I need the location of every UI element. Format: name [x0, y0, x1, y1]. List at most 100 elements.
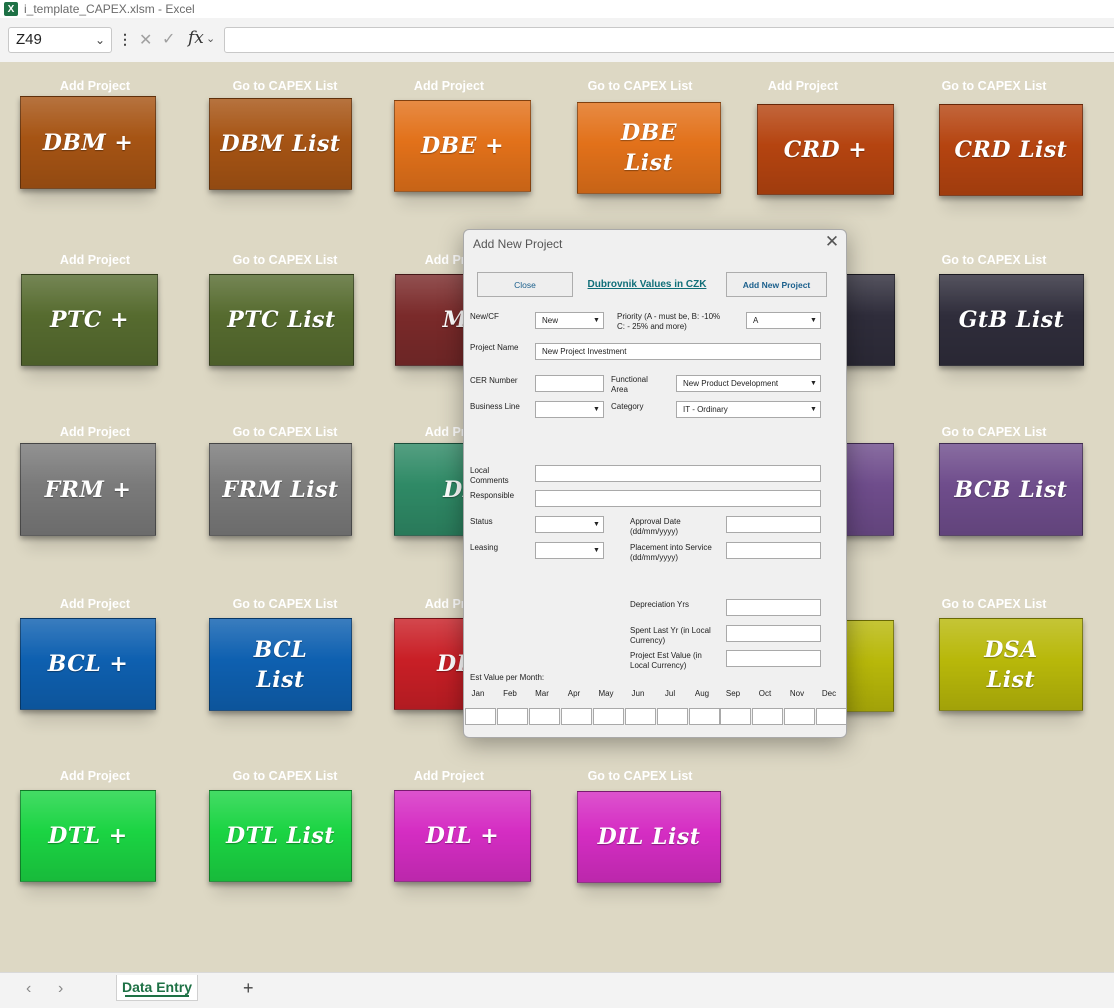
- frm-list-button[interactable]: FRM List: [209, 443, 352, 536]
- month-value-field[interactable]: [529, 708, 560, 725]
- dubrovnik-values-link[interactable]: Dubrovnik Values in CZK: [582, 272, 712, 297]
- project-est-value-field[interactable]: [726, 650, 821, 667]
- project-name-field[interactable]: New Project Investment: [535, 343, 821, 360]
- crd-add-button[interactable]: CRD +: [757, 104, 894, 195]
- crd-list-button[interactable]: CRD List: [939, 104, 1083, 196]
- month-value-field[interactable]: [625, 708, 656, 725]
- month-value-field[interactable]: [720, 708, 751, 725]
- dropdown-arrow-icon[interactable]: ▼: [591, 404, 602, 415]
- month-label: Dec: [821, 689, 837, 698]
- dil-list-button[interactable]: DIL List: [577, 791, 721, 883]
- month-value-field[interactable]: [561, 708, 592, 725]
- month-value-field[interactable]: [465, 708, 496, 725]
- frm-add-button[interactable]: FRM +: [20, 443, 156, 536]
- approval-date-label: Approval Date (dd/mm/yyyy): [630, 517, 681, 536]
- check-icon[interactable]: ✓: [162, 29, 175, 49]
- ptc-list-button[interactable]: PTC List: [209, 274, 354, 366]
- close-button[interactable]: Close: [477, 272, 573, 297]
- functional-area-select[interactable]: New Product Development ▼: [676, 375, 821, 392]
- spent-last-yr-field[interactable]: [726, 625, 821, 642]
- add-new-project-button[interactable]: Add New Project: [726, 272, 827, 297]
- new-cf-select[interactable]: New ▼: [535, 312, 604, 329]
- tile-caption: Go to CAPEX List: [232, 79, 338, 93]
- dropdown-arrow-icon[interactable]: ▼: [808, 404, 819, 415]
- dbe-list-button[interactable]: DBE List: [577, 102, 721, 194]
- tile-label: PTC +: [49, 307, 130, 333]
- tile-caption: Go to CAPEX List: [941, 597, 1047, 611]
- dil-add-button[interactable]: DIL +: [394, 790, 531, 882]
- cer-number-field[interactable]: [535, 375, 604, 392]
- name-box[interactable]: Z49 ⌄: [8, 27, 112, 53]
- local-comments-field[interactable]: [535, 465, 821, 482]
- chevron-left-icon[interactable]: ‹: [26, 980, 31, 998]
- month-label: Oct: [758, 689, 772, 698]
- month-value-field[interactable]: [689, 708, 720, 725]
- month-value-field[interactable]: [593, 708, 624, 725]
- status-select[interactable]: ▼: [535, 516, 604, 533]
- tile-caption: Go to CAPEX List: [941, 253, 1047, 267]
- close-icon[interactable]: ✕: [823, 233, 841, 251]
- dropdown-arrow-icon[interactable]: ▼: [808, 378, 819, 389]
- project-name-label: Project Name: [470, 343, 519, 352]
- bcl-list-button[interactable]: BCL List: [209, 618, 352, 711]
- approval-date-field[interactable]: [726, 516, 821, 533]
- tile-label: CRD +: [783, 136, 868, 163]
- ptc-add-button[interactable]: PTC +: [21, 274, 158, 366]
- plus-icon[interactable]: +: [243, 978, 254, 999]
- dropdown-arrow-icon[interactable]: ▼: [808, 315, 819, 326]
- status-label: Status: [470, 517, 493, 526]
- priority-label: Priority (A - must be, B: -10% C: - 25% …: [617, 312, 721, 331]
- formula-input[interactable]: [224, 27, 1114, 53]
- chevron-down-icon[interactable]: ⌄: [206, 32, 215, 45]
- placement-date-field[interactable]: [726, 542, 821, 559]
- month-label: Jan: [471, 689, 485, 698]
- dbe-add-button[interactable]: DBE +: [394, 100, 531, 192]
- project-est-value-label: Project Est Value (in Local Currency): [630, 651, 702, 670]
- month-value-field[interactable]: [752, 708, 783, 725]
- dropdown-arrow-icon[interactable]: ▼: [591, 519, 602, 530]
- active-tab-indicator: [125, 995, 189, 997]
- tile-caption: Go to CAPEX List: [232, 597, 338, 611]
- tile-caption: Go to CAPEX List: [941, 425, 1047, 439]
- cancel-icon[interactable]: ✕: [139, 30, 152, 50]
- tile-label: DTL +: [48, 823, 128, 849]
- dsa-list-button[interactable]: DSA List: [939, 618, 1083, 711]
- category-select[interactable]: IT - Ordinary ▼: [676, 401, 821, 418]
- tile-caption: Go to CAPEX List: [587, 769, 693, 783]
- spent-last-yr-label: Spent Last Yr (in Local Currency): [630, 626, 711, 645]
- month-value-field[interactable]: [784, 708, 815, 725]
- chevron-right-icon[interactable]: ›: [58, 980, 63, 998]
- month-value-field[interactable]: [816, 708, 846, 725]
- tile-caption: Add Project: [413, 79, 485, 93]
- chevron-down-icon[interactable]: ⌄: [95, 28, 105, 52]
- dtl-list-button[interactable]: DTL List: [209, 790, 352, 882]
- tile-label: DBE +: [420, 133, 505, 159]
- dbm-list-button[interactable]: DBM List: [209, 98, 352, 190]
- placement-label: Placement into Service (dd/mm/yyyy): [630, 543, 712, 562]
- tile-caption: Add Project: [59, 597, 131, 611]
- month-value-field[interactable]: [497, 708, 528, 725]
- tile-caption: Go to CAPEX List: [587, 79, 693, 93]
- leasing-select[interactable]: ▼: [535, 542, 604, 559]
- tab-data-entry[interactable]: Data Entry: [116, 975, 198, 1001]
- bcb-list-button[interactable]: BCB List: [939, 443, 1083, 536]
- tile-caption: Add Project: [59, 253, 131, 267]
- gtb-list-button[interactable]: GtB List: [939, 274, 1084, 366]
- priority-select[interactable]: A ▼: [746, 312, 821, 329]
- responsible-field[interactable]: [535, 490, 821, 507]
- functional-area-label: Functional Area: [611, 375, 648, 394]
- month-label: Nov: [789, 689, 805, 698]
- depreciation-field[interactable]: [726, 599, 821, 616]
- more-options-icon[interactable]: ⋮: [118, 31, 132, 48]
- tile-caption: Go to CAPEX List: [232, 425, 338, 439]
- tile-label: FRM +: [44, 476, 132, 503]
- dropdown-arrow-icon[interactable]: ▼: [591, 315, 602, 326]
- month-value-field[interactable]: [657, 708, 688, 725]
- business-line-select[interactable]: ▼: [535, 401, 604, 418]
- dropdown-arrow-icon[interactable]: ▼: [591, 545, 602, 556]
- dtl-add-button[interactable]: DTL +: [20, 790, 156, 882]
- insert-function-icon[interactable]: fx: [188, 28, 204, 48]
- dbm-add-button[interactable]: DBM +: [20, 96, 156, 189]
- bcl-add-button[interactable]: BCL +: [20, 618, 156, 710]
- tile-label: DBE List: [621, 120, 677, 176]
